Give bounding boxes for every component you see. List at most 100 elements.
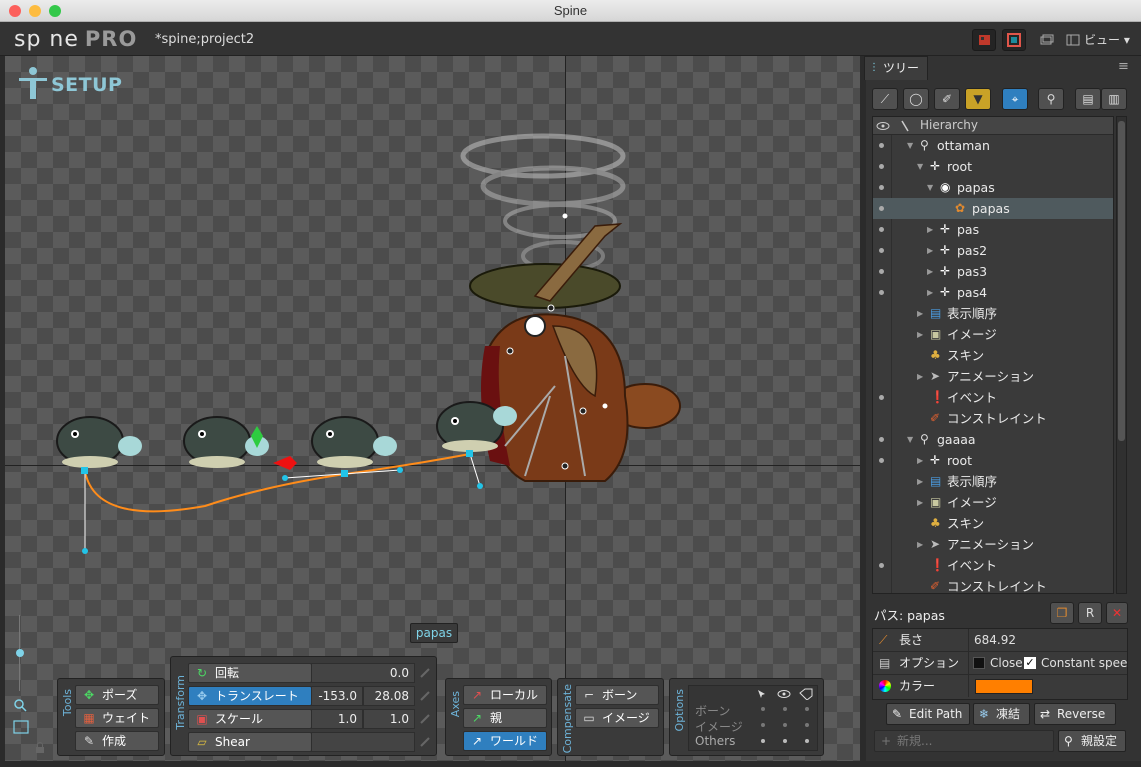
expand-arrow-icon[interactable]: ▶ (917, 492, 923, 513)
tree-row[interactable]: ▶ ✛ pas (873, 219, 1113, 240)
option-dot[interactable] (761, 723, 765, 727)
zoom-slider[interactable] (14, 613, 26, 693)
visibility-dot[interactable] (879, 458, 884, 463)
tree-row[interactable]: ✐ コンストレイント (873, 576, 1113, 593)
translate-key-icon[interactable] (419, 690, 431, 702)
shear-value[interactable] (311, 732, 415, 752)
tree-row[interactable]: ▼ ⚲ ottaman (873, 135, 1113, 156)
option-dot[interactable] (805, 707, 809, 711)
edit-path-button[interactable]: ✎ Edit Path (886, 703, 970, 725)
expand-arrow-icon[interactable]: ▶ (917, 534, 923, 555)
tree-scrollbar[interactable] (1116, 116, 1127, 594)
collapse-button[interactable]: ▤ (1075, 88, 1101, 110)
scale-key-icon[interactable] (419, 713, 431, 725)
tree-row[interactable]: ▶ ✛ pas4 (873, 282, 1113, 303)
fit-view-icon[interactable] (13, 720, 29, 734)
compensate-image-button[interactable]: ▭ イメージ (575, 708, 659, 728)
visibility-dot[interactable] (879, 269, 884, 274)
new-item-input[interactable]: + 新規... (874, 730, 1054, 752)
zoom-icon[interactable] (13, 698, 27, 712)
expand-arrow-icon[interactable]: ▶ (927, 219, 933, 240)
rotate-value[interactable]: 0.0 (311, 663, 415, 683)
reverse-button[interactable]: ⇄ Reverse (1034, 703, 1116, 725)
visibility-dot[interactable] (879, 143, 884, 148)
collapse-arrow-icon[interactable]: ▼ (907, 429, 913, 450)
visibility-dot[interactable] (879, 164, 884, 169)
filter-button[interactable]: ▼ (965, 88, 991, 110)
close-checkbox[interactable] (973, 657, 985, 669)
rename-button[interactable]: R (1078, 602, 1102, 624)
parent-axes-button[interactable]: ↗ 親 (463, 708, 547, 728)
delete-button[interactable]: ✕ (1106, 602, 1128, 624)
scale-button[interactable]: ▣ スケール (188, 709, 312, 729)
option-dot[interactable] (783, 707, 787, 711)
search-button[interactable]: ⚲ (1038, 88, 1064, 110)
scale-y-value[interactable]: 1.0 (363, 709, 415, 729)
filter-bones-button[interactable]: ⟋ (872, 88, 898, 110)
visibility-dot[interactable] (879, 248, 884, 253)
tree-row[interactable]: ❗ イベント (873, 555, 1113, 576)
color-swatch[interactable] (975, 679, 1033, 694)
hierarchy-tree[interactable]: Hierarchy ▼ ⚲ ottaman ▼ ✛ root ▼ ◉ papas ✿ papas ▶ ✛… (872, 116, 1114, 594)
visibility-dot[interactable] (879, 563, 884, 568)
viewport[interactable]: SETUP papas Tools ✥ ポーズ ▦ ウェイト ✎ 作成 Tran… (5, 56, 860, 761)
expand-arrow-icon[interactable]: ▶ (917, 303, 923, 324)
compensate-bone-button[interactable]: ⌐ ボーン (575, 685, 659, 705)
tree-row[interactable]: ♣ スキン (873, 345, 1113, 366)
pose-tool-button[interactable]: ✥ ポーズ (75, 685, 159, 705)
expand-arrow-icon[interactable]: ▶ (917, 366, 923, 387)
option-dot[interactable] (805, 723, 809, 727)
expand-button[interactable]: ▥ (1101, 88, 1127, 110)
tree-row[interactable]: ▶ ▣ イメージ (873, 492, 1113, 513)
expand-arrow-icon[interactable]: ▶ (917, 450, 923, 471)
visibility-dot[interactable] (879, 437, 884, 442)
visibility-dot[interactable] (879, 290, 884, 295)
view-menu[interactable]: ビュー ▾ (1084, 31, 1130, 48)
scale-x-value[interactable]: 1.0 (311, 709, 363, 729)
option-dot[interactable] (805, 739, 809, 743)
tab-tree[interactable]: ⋮ ツリー (864, 56, 928, 80)
local-axes-button[interactable]: ↗ ローカル (463, 685, 547, 705)
tree-row[interactable]: ▶ ➤ アニメーション (873, 366, 1113, 387)
length-value[interactable]: 684.92 (974, 629, 1016, 651)
scrollbar-thumb[interactable] (1118, 121, 1125, 441)
collapse-arrow-icon[interactable]: ▼ (907, 135, 913, 156)
create-tool-button[interactable]: ✎ 作成 (75, 731, 159, 751)
windows-icon[interactable] (1040, 34, 1054, 46)
visibility-dot[interactable] (879, 395, 884, 400)
setup-mode-button[interactable] (1002, 29, 1026, 51)
animate-mode-button[interactable] (972, 29, 996, 51)
tree-row[interactable]: ❗ イベント (873, 387, 1113, 408)
shear-button[interactable]: ▱ Shear (188, 732, 312, 752)
tree-row[interactable]: ✐ コンストレイント (873, 408, 1113, 429)
filter-slots-button[interactable]: ◯ (903, 88, 929, 110)
rotate-key-icon[interactable] (419, 667, 431, 679)
expand-arrow-icon[interactable]: ▶ (927, 282, 933, 303)
expand-arrow-icon[interactable]: ▶ (927, 240, 933, 261)
tree-row[interactable]: ▼ ✛ root (873, 156, 1113, 177)
shear-key-icon[interactable] (419, 736, 431, 748)
sync-selection-button[interactable]: ⌖ (1002, 88, 1028, 110)
filter-attachments-button[interactable]: ✐ (934, 88, 960, 110)
tree-row[interactable]: ▶ ▤ 表示順序 (873, 471, 1113, 492)
collapse-arrow-icon[interactable]: ▼ (927, 177, 933, 198)
option-dot[interactable] (783, 739, 787, 743)
collapse-arrow-icon[interactable]: ▼ (917, 156, 923, 177)
option-dot[interactable] (783, 723, 787, 727)
translate-x-value[interactable]: -153.0 (311, 686, 363, 706)
tree-row[interactable]: ▶ ▣ イメージ (873, 324, 1113, 345)
visibility-dot[interactable] (879, 185, 884, 190)
translate-button[interactable]: ✥ トランスレート (188, 686, 312, 706)
weight-tool-button[interactable]: ▦ ウェイト (75, 708, 159, 728)
freeze-button[interactable]: ❄ 凍結 (973, 703, 1030, 725)
panel-menu-icon[interactable]: ≡ (1118, 59, 1129, 74)
tree-row[interactable]: ▶ ✛ pas2 (873, 240, 1113, 261)
option-dot[interactable] (761, 739, 765, 743)
expand-arrow-icon[interactable]: ▶ (917, 471, 923, 492)
constant-speed-checkbox[interactable]: ✓ (1024, 657, 1036, 669)
tree-row[interactable]: ▼ ◉ papas (873, 177, 1113, 198)
rotate-button[interactable]: ↻ 回転 (188, 663, 312, 683)
tree-row[interactable]: ✿ papas (873, 198, 1113, 219)
visibility-dot[interactable] (879, 227, 884, 232)
set-parent-button[interactable]: ⚲ 親設定 (1058, 730, 1126, 752)
